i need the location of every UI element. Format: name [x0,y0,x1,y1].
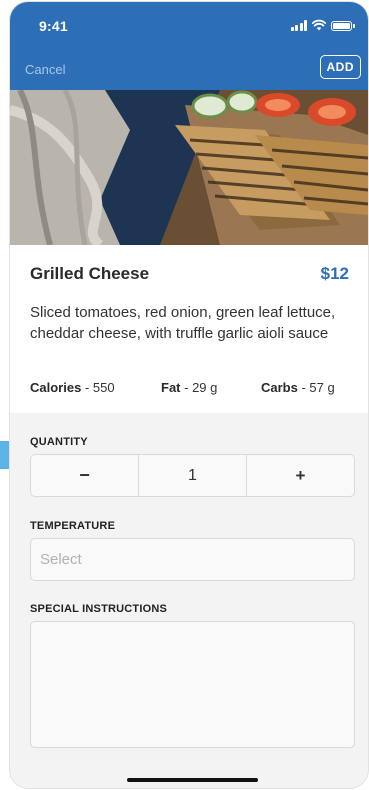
status-icons [290,19,355,31]
nutrition-label: Carbs [261,380,298,395]
phone-screen: 9:41 Cancel ADD Grilled Cheese $12 Slice… [10,2,368,788]
header-bar: 9:41 Cancel ADD [10,2,368,90]
nutrition-label: Calories [30,380,82,395]
signal-icon [290,20,307,31]
nutrition-value: - 550 [84,380,115,395]
temperature-select[interactable]: Select [30,538,355,581]
quantity-label: QUANTITY [30,436,88,448]
decrement-button[interactable]: − [31,455,138,496]
item-name: Grilled Cheese [30,264,150,283]
cancel-button[interactable]: Cancel [25,62,65,77]
edge-tab [0,441,9,469]
home-indicator [127,778,258,782]
add-button[interactable]: ADD [319,55,361,79]
quantity-stepper: − 1 + [30,454,355,497]
nutrition-carbs: Carbs - 57 g [261,380,335,395]
quantity-value: 1 [138,455,247,496]
nutrition-value: - 29 g [184,380,218,395]
special-instructions-label: SPECIAL INSTRUCTIONS [30,603,168,615]
special-instructions-field[interactable] [30,621,355,748]
increment-button[interactable]: + [247,455,354,496]
item-description: Sliced tomatoes, red onion, green leaf l… [30,304,336,342]
nutrition-fat: Fat - 29 g [161,380,217,395]
battery-icon [331,21,355,31]
nutrition-calories: Calories - 550 [30,380,115,395]
status-time: 9:41 [39,18,68,34]
item-price: $12 [320,264,349,283]
temperature-label: TEMPERATURE [30,520,116,532]
item-details: Grilled Cheese $12 Sliced tomatoes, red … [10,245,368,413]
nutrition-value: - 57 g [301,380,335,395]
nutrition-label: Fat [161,380,181,395]
wifi-icon [312,19,326,31]
food-photo [10,90,368,245]
